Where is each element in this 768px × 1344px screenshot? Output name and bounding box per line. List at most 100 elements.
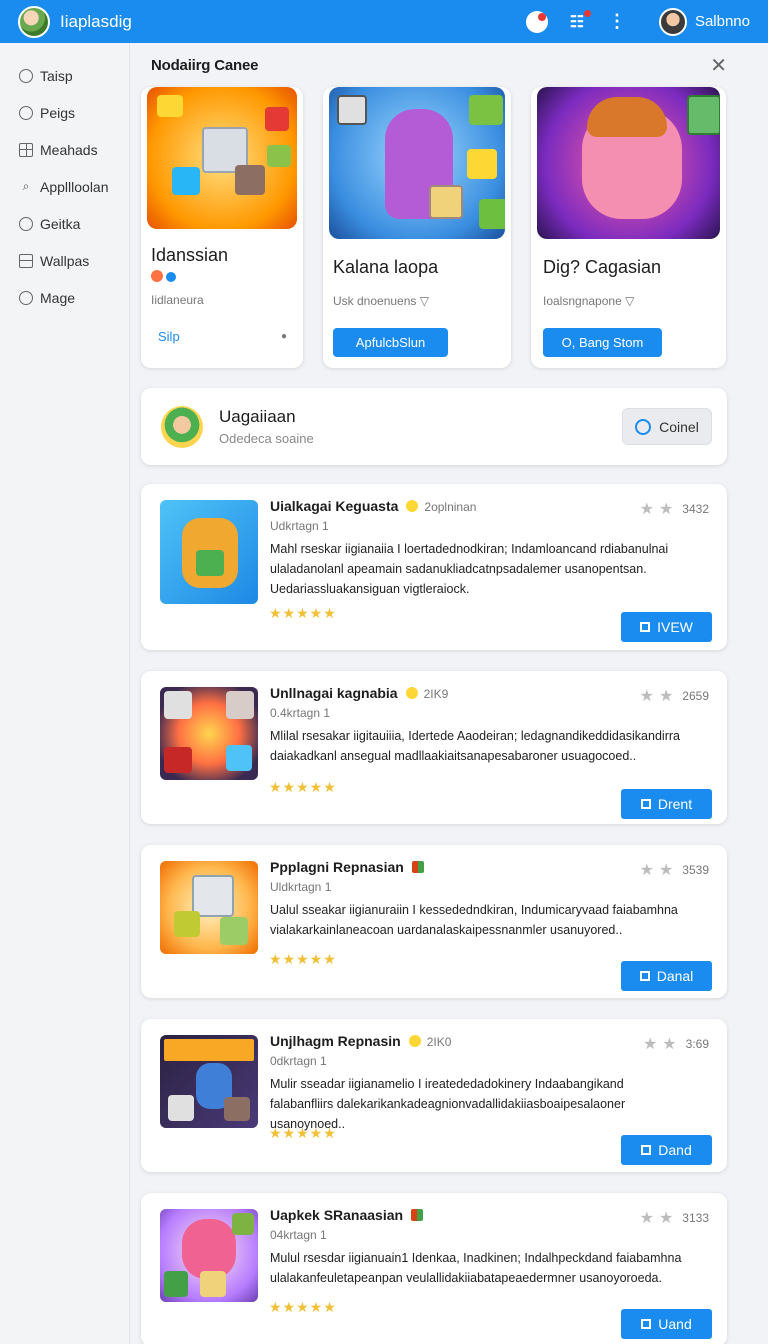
list-item-title: Unllnagai kagnabia 2IK9 (270, 685, 448, 701)
more-vertical-icon: ⋮ (607, 11, 626, 31)
cube-graphic (267, 145, 291, 167)
featured-card[interactable]: Idanssian Iidlaneura Silp ● (141, 87, 303, 368)
user-avatar[interactable] (658, 7, 687, 36)
list-item[interactable]: Unllnagai kagnabia 2IK9 ★ ★ 2659 0.4krtagn … (141, 671, 727, 824)
inbox-icon: ☷ (569, 13, 585, 31)
gift-icon (411, 1209, 424, 1221)
cube-graphic (196, 550, 224, 576)
list-item[interactable]: Uialkagai Keguasta 2oplninan ★ ★ 3432 Udkrt… (141, 484, 727, 650)
score-value: 3432 (682, 502, 709, 516)
star-icon: ★ (662, 1036, 677, 1053)
coin-icon (405, 687, 418, 699)
cube-graphic (164, 747, 192, 773)
featured-card[interactable]: Dig? Cagasian Ioalsngnapone ▽ O, Bang St… (531, 87, 726, 368)
list-item-score: ★ ★ 2659 (640, 686, 709, 706)
rating-stars: ★★★★★ (269, 605, 337, 621)
rating-stars: ★★★★★ (269, 1299, 337, 1315)
featured-card-subtitle: Iidlaneura (151, 293, 204, 307)
list-item-button-label: Dand (658, 1142, 692, 1158)
list-item-title-text: Unllnagai kagnabia (270, 685, 398, 701)
featured-title: Nodaiirg Canee (151, 56, 259, 74)
cube-graphic (687, 95, 720, 135)
sidebar-item-6[interactable]: Mage (0, 279, 129, 316)
sidebar-item-3[interactable]: ⌕ Appllloolan (0, 168, 129, 205)
cube-graphic (337, 95, 367, 125)
list-item[interactable]: Uapkek SRanaasian ★ ★ 3133 04krtagn 1 Mulu… (141, 1193, 727, 1344)
featured-card-title: Idanssian (151, 245, 229, 265)
inbox-button[interactable]: ☷ (565, 9, 591, 34)
sidebar-item-2[interactable]: Meahads (0, 131, 129, 168)
featured-card[interactable]: Kalana laopa Usk dnoenuens ▽ ApfulcbSlun (323, 87, 511, 368)
grid-icon (19, 142, 33, 157)
character-graphic (182, 1219, 236, 1279)
list-item-button[interactable]: Dand (621, 1135, 712, 1165)
game-artwork (537, 87, 720, 239)
game-list: Uialkagai Keguasta 2oplninan ★ ★ 3432 Udkrt… (141, 484, 727, 1344)
cube-graphic (192, 875, 234, 917)
game-badges (141, 266, 303, 285)
sidebar-item-5[interactable]: Wallpas (0, 242, 129, 279)
cube-graphic (265, 107, 289, 131)
list-item-description: Mahl rseskar iigianaiia I loertadednodki… (270, 542, 669, 596)
game-thumbnail (160, 687, 258, 780)
sidebar-item-label: Geitka (40, 215, 81, 232)
sidebar-item-label: Mage (40, 289, 76, 306)
pen-icon (641, 1145, 652, 1155)
cube-graphic (200, 1271, 226, 1297)
game-thumbnail (160, 1035, 258, 1128)
list-item-button[interactable]: Drent (621, 789, 712, 819)
list-item[interactable]: Unjlhagm Repnasin 2IK0 ★ ★ 3:69 0dkrtagn 1 … (141, 1019, 727, 1172)
list-item-button[interactable]: IVEW (621, 612, 712, 642)
app-logo[interactable] (18, 5, 50, 38)
list-item-title: Uialkagai Keguasta 2oplninan (270, 498, 476, 514)
sidebar-item-0[interactable]: Taisp (0, 57, 129, 94)
more-menu-button[interactable]: ⋮ (605, 10, 629, 34)
globe-icon (166, 272, 177, 282)
score-value: 3539 (682, 863, 709, 877)
list-item-button[interactable]: Danal (621, 961, 712, 991)
list-item-button[interactable]: Uand (621, 1309, 712, 1339)
featured-row: Idanssian Iidlaneura Silp ● Kalana laopa (141, 87, 727, 368)
gift-icon (411, 861, 424, 873)
sidebar: Taisp Peigs Meahads ⌕ Appllloolan Geitka … (0, 43, 130, 1344)
cube-graphic (226, 745, 252, 771)
list-item-title: Unjlhagm Repnasin 2IK0 (270, 1033, 451, 1049)
card-footer: Silp ● (141, 329, 303, 344)
circle-icon (19, 105, 33, 120)
star-icon: ★ (658, 501, 674, 518)
rating-stars: ★★★★★ (269, 951, 337, 967)
list-item-score: ★ ★ 3:69 (643, 1034, 709, 1054)
notification-button[interactable] (525, 10, 549, 34)
featured-card-subtitle: Usk dnoenuens ▽ (333, 294, 429, 308)
list-item-title-text: Unjlhagm Repnasin (270, 1033, 401, 1049)
promo-title: Uagaiiaan (219, 407, 296, 426)
cube-graphic (235, 165, 265, 195)
game-thumbnail (160, 500, 258, 604)
user-name[interactable]: Salbnno (695, 13, 750, 30)
score-value: 3133 (682, 1211, 709, 1225)
main-content: Nodaiirg Canee ✕ Idanssian Iidlaneura Si… (141, 43, 727, 1344)
window-icon (19, 253, 33, 268)
list-item-title-text: Uapkek SRanaasian (270, 1207, 404, 1223)
sidebar-item-1[interactable]: Peigs (0, 94, 129, 131)
list-item-subtitle: Uldkrtagn 1 (270, 880, 332, 894)
coin-icon (408, 1035, 421, 1047)
cube-graphic (232, 1213, 254, 1235)
featured-card-button[interactable]: ApfulcbSlun (333, 328, 448, 357)
list-item-subtitle: 04krtagn 1 (270, 1228, 327, 1242)
list-item[interactable]: Ppplagni Repnasian ★ ★ 3539 Uldkrtagn 1 Ua… (141, 845, 727, 998)
cube-graphic (164, 1271, 188, 1297)
featured-card-link[interactable]: Silp (141, 329, 197, 344)
hair-graphic (587, 97, 667, 137)
rating-stars: ★★★★★ (269, 1125, 337, 1141)
promo-button[interactable]: Coinel (622, 408, 712, 445)
list-item-description: Mlilal rsesakar iigitauiiia, Idertede Aa… (270, 729, 680, 763)
featured-card-title: Kalana laopa (333, 257, 439, 277)
list-item-subtitle: Udkrtagn 1 (270, 519, 329, 533)
sidebar-item-4[interactable]: Geitka (0, 205, 129, 242)
close-icon[interactable]: ✕ (710, 53, 727, 78)
list-item-description: Mulul rsesdar iigianuain1 Idenkaa, Inadk… (270, 1251, 682, 1285)
featured-card-button[interactable]: O, Bang Stom (543, 328, 662, 357)
star-icon: ★ (658, 862, 674, 879)
promo-button-label: Coinel (659, 418, 699, 435)
